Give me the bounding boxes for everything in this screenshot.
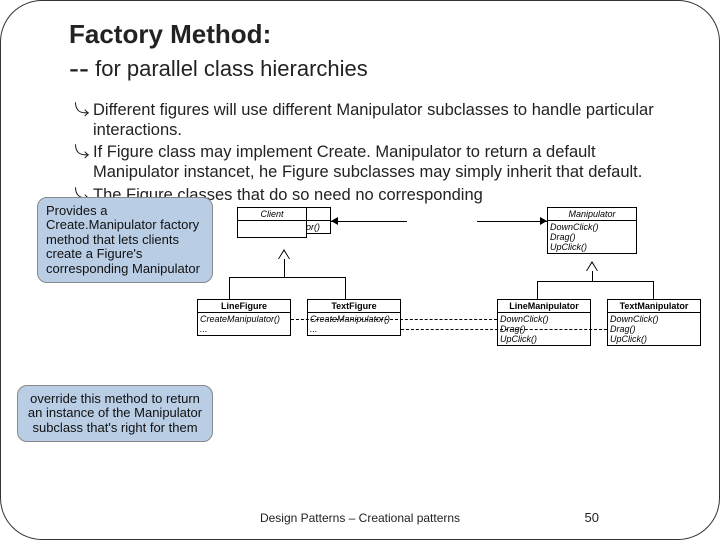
connector-line <box>229 277 345 278</box>
connector-line <box>284 259 285 277</box>
class-method: UpClick() <box>550 242 634 252</box>
bullet-item: Different figures will use different Man… <box>77 100 681 140</box>
class-method: DownClick() <box>610 314 698 324</box>
bullet-list: Different figures will use different Man… <box>77 100 681 205</box>
class-name: LineManipulator <box>498 300 590 313</box>
page-number: 50 <box>585 510 599 525</box>
callout-top: Provides a Create.Manipulator factory me… <box>37 197 213 284</box>
class-method: ... <box>200 324 288 334</box>
inheritance-fill <box>279 251 289 259</box>
arrow-icon <box>331 217 338 225</box>
dashed-connector <box>401 329 607 330</box>
connector-line <box>653 281 654 299</box>
subtitle-dashes: -- <box>69 52 89 85</box>
connector-line <box>592 271 593 281</box>
subtitle-text: for parallel class hierarchies <box>89 56 368 81</box>
class-name: LineFigure <box>198 300 290 313</box>
slide-subtitle: -- for parallel class hierarchies <box>69 52 681 86</box>
class-method: UpClick() <box>500 334 588 344</box>
dashed-connector <box>291 319 497 320</box>
class-method: CreateManipulator() <box>200 314 288 324</box>
class-method: UpClick() <box>610 334 698 344</box>
connector-line <box>477 221 547 222</box>
class-name: Manipulator <box>548 208 636 221</box>
arrow-icon <box>540 217 547 225</box>
connector-line <box>331 221 407 222</box>
class-method: DownClick() <box>550 222 634 232</box>
class-method: DownClick() <box>500 314 588 324</box>
class-name: Client <box>238 208 306 221</box>
class-method: Drag() <box>550 232 634 242</box>
diagram-area: Provides a Create.Manipulator factory me… <box>39 203 679 429</box>
connector-line <box>537 281 538 299</box>
uml-class-linemanipulator: LineManipulator DownClick() Drag() UpCli… <box>497 299 591 346</box>
slide-title: Factory Method: <box>69 19 681 50</box>
inheritance-fill <box>587 263 597 271</box>
uml-class-linefigure: LineFigure CreateManipulator() ... <box>197 299 291 336</box>
uml-class-textmanipulator: TextManipulator DownClick() Drag() UpCli… <box>607 299 701 346</box>
uml-diagram: Figure CreateManipulator() Client Manipu… <box>237 203 689 403</box>
connector-line <box>537 281 653 282</box>
class-method: Drag() <box>610 324 698 334</box>
class-name: TextFigure <box>308 300 400 313</box>
footer-text: Design Patterns – Creational patterns <box>1 511 719 525</box>
uml-class-textfigure: TextFigure CreateManipulator() ... <box>307 299 401 336</box>
uml-class-client: Client <box>237 207 307 238</box>
connector-line <box>345 277 346 299</box>
slide-frame: Factory Method: -- for parallel class hi… <box>0 0 720 540</box>
connector-line <box>229 277 230 299</box>
uml-class-manipulator: Manipulator DownClick() Drag() UpClick() <box>547 207 637 254</box>
class-method: ... <box>310 324 398 334</box>
callout-bottom: override this method to return an instan… <box>17 385 213 443</box>
bullet-item: If Figure class may implement Create. Ma… <box>77 142 681 182</box>
class-name: TextManipulator <box>608 300 700 313</box>
